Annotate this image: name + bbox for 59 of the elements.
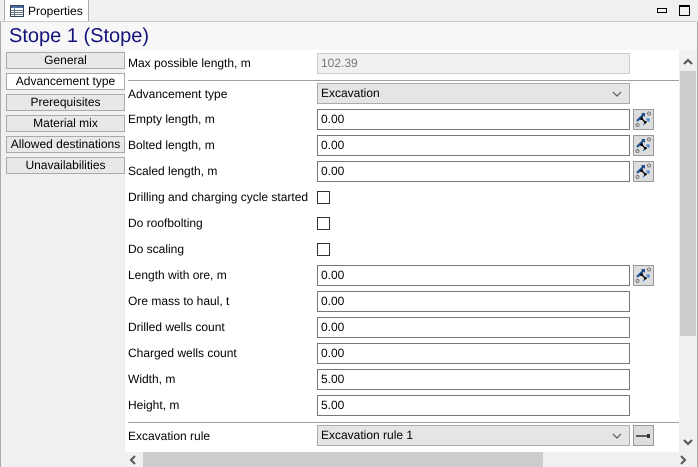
field-label: Empty length, m <box>128 111 216 128</box>
checkbox[interactable] <box>317 216 330 230</box>
properties-tab[interactable]: Properties <box>4 0 89 21</box>
transform-icon <box>635 110 652 128</box>
transform-icon <box>635 266 652 284</box>
nav-tab[interactable]: Unavailabilities <box>6 157 125 174</box>
field-label: Advancement type <box>128 86 228 102</box>
field-label: Height, m <box>128 397 180 414</box>
transform-icon <box>635 136 652 154</box>
input-field[interactable]: 0.00 <box>317 290 630 312</box>
nav-tab[interactable]: Material mix <box>6 115 125 132</box>
input-field[interactable]: 5.00 <box>317 394 630 416</box>
transform-button[interactable] <box>633 264 654 286</box>
field-label: Length with ore, m <box>128 267 228 284</box>
input-field[interactable]: 5.00 <box>317 368 630 390</box>
chevron-down-icon <box>612 432 622 438</box>
minimize-icon[interactable] <box>657 8 667 12</box>
field-label: Drilling and charging cycle started <box>128 189 310 206</box>
nav-tab[interactable]: Allowed destinations <box>6 136 125 153</box>
maximize-icon[interactable] <box>679 4 690 16</box>
input-field[interactable]: 0.00 <box>317 134 630 156</box>
transform-button[interactable] <box>633 160 654 182</box>
nav-tab[interactable]: Prerequisites <box>6 94 125 111</box>
input-field[interactable]: 0.00 <box>317 264 630 286</box>
field-label: Bolted length, m <box>128 137 216 154</box>
scrollbar-thumb[interactable] <box>143 452 543 467</box>
field-label: Width, m <box>128 371 176 388</box>
scroll-up-icon[interactable] <box>683 58 693 66</box>
scroll-down-icon[interactable] <box>683 438 693 446</box>
field-label: Excavation rule <box>128 428 212 444</box>
field-label: Drilled wells count <box>128 319 226 336</box>
input-field[interactable]: 0.00 <box>317 342 630 364</box>
field-label: Ore mass to haul, t <box>128 293 230 310</box>
table-icon <box>10 4 24 16</box>
go-to-button[interactable] <box>633 425 654 446</box>
checkbox[interactable] <box>317 190 330 204</box>
scroll-left-icon[interactable] <box>129 454 137 464</box>
nav-tab[interactable]: Advancement type <box>6 73 125 90</box>
field-label: Charged wells count <box>128 345 238 362</box>
field-label: Do roofbolting <box>128 215 204 232</box>
chevron-down-icon <box>612 90 622 96</box>
dropdown[interactable]: Excavation rule 1 <box>317 425 630 446</box>
input-field[interactable]: 0.00 <box>317 160 630 182</box>
transform-button[interactable] <box>633 108 654 130</box>
transform-button[interactable] <box>633 134 654 156</box>
panel-title: Stope 1 (Stope) <box>9 25 150 47</box>
field-label: Scaled length, m <box>128 163 218 180</box>
field-label: Do scaling <box>128 241 186 258</box>
nav-tab[interactable]: General <box>6 52 125 69</box>
scroll-right-icon[interactable] <box>679 454 687 464</box>
arrow-right-icon <box>636 432 651 438</box>
dropdown[interactable]: Excavation <box>317 83 630 104</box>
transform-icon <box>635 162 652 180</box>
input-field[interactable]: 0.00 <box>317 108 630 130</box>
checkbox[interactable] <box>317 242 330 256</box>
field-label: Max possible length, m <box>128 55 252 72</box>
readonly-field: 102.39 <box>317 52 630 74</box>
input-field[interactable]: 0.00 <box>317 316 630 338</box>
scrollbar-thumb[interactable] <box>680 71 696 336</box>
